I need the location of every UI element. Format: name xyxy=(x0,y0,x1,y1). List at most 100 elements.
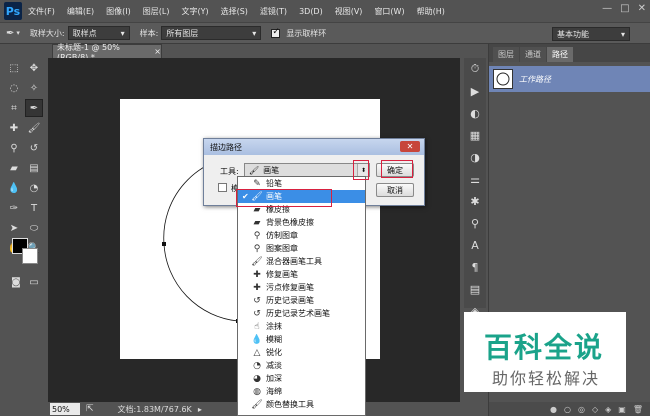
show-ring-checkbox[interactable] xyxy=(271,27,281,38)
brush-tool-icon[interactable]: 🖌 xyxy=(25,119,43,137)
zoom-level[interactable]: 50% xyxy=(50,403,80,415)
dropdown-item[interactable]: ⚲ 图案图章 xyxy=(238,242,365,255)
screen-mode-icon[interactable]: ▭ xyxy=(25,273,43,291)
ok-button[interactable]: 确定 xyxy=(376,163,414,177)
menu-view[interactable]: 视图(V) xyxy=(329,6,369,17)
fill-path-icon[interactable]: ● xyxy=(550,405,557,414)
stamp-tool-icon[interactable]: ⚲ xyxy=(5,139,23,157)
dropdown-item-label: 画笔 xyxy=(266,192,282,201)
dropdown-item[interactable]: ⚲ 仿制图章 xyxy=(238,229,365,242)
crop-tool-icon[interactable]: ⌗ xyxy=(5,99,23,117)
actions-icon[interactable]: ▶ xyxy=(464,80,486,102)
notes-icon[interactable]: ▤ xyxy=(464,278,486,300)
menu-layer[interactable]: 图层(L) xyxy=(137,6,176,17)
healing-tool-icon[interactable]: ✚ xyxy=(5,119,23,137)
dialog-titlebar[interactable]: 描边路径 ✕ xyxy=(204,139,424,155)
color-icon[interactable]: ◐ xyxy=(464,102,486,124)
dropdown-item[interactable]: ▰ 背景色橡皮擦 xyxy=(238,216,365,229)
dropdown-item[interactable]: ✚ 污点修复画笔 xyxy=(238,281,365,294)
close-icon[interactable]: ✕ xyxy=(638,3,646,14)
paragraph-icon[interactable]: ¶ xyxy=(464,256,486,278)
sample-size-label: 取样大小: xyxy=(29,28,65,38)
dropdown-item[interactable]: △ 锐化 xyxy=(238,346,365,359)
show-ring-label: 显示取样环 xyxy=(286,28,327,38)
adjustments-icon[interactable]: ◑ xyxy=(464,146,486,168)
menu-window[interactable]: 窗口(W) xyxy=(368,6,410,17)
history-icon[interactable]: ⏱ xyxy=(464,58,486,80)
history-brush-tool-icon[interactable]: ↺ xyxy=(25,139,43,157)
make-path-icon[interactable]: ◇ xyxy=(592,405,598,414)
document-tab-close-icon[interactable]: × xyxy=(154,47,161,56)
add-mask-icon[interactable]: ◈ xyxy=(605,405,611,414)
dropdown-item[interactable]: ☝ 涂抹 xyxy=(238,320,365,333)
dropdown-item[interactable]: ↺ 历史记录画笔 xyxy=(238,294,365,307)
move-tool-icon[interactable]: ✥ xyxy=(25,59,43,77)
dialog-close-icon[interactable]: ✕ xyxy=(400,141,420,152)
workspace-select[interactable]: 基本功能 ▾ xyxy=(552,27,630,41)
ellipse-tool-icon[interactable]: ⬭ xyxy=(25,219,43,237)
eyedropper-tool-icon[interactable]: ✒ xyxy=(25,99,43,117)
menu-help[interactable]: 帮助(H) xyxy=(411,6,451,17)
cancel-button[interactable]: 取消 xyxy=(376,183,414,197)
brush-presets-icon[interactable]: ✱ xyxy=(464,190,486,212)
menu-select[interactable]: 选择(S) xyxy=(215,6,254,17)
quick-select-tool-icon[interactable]: ✧ xyxy=(25,79,43,97)
dropdown-item[interactable]: ◔ 减淡 xyxy=(238,359,365,372)
path-select-tool-icon[interactable]: ➤ xyxy=(5,219,23,237)
dropdown-item[interactable]: 💧 模糊 xyxy=(238,333,365,346)
tool-select[interactable]: 🖌 画笔 ⬍ xyxy=(244,163,370,177)
swatches-icon[interactable]: ▦ xyxy=(464,124,486,146)
lasso-tool-icon[interactable]: ◌ xyxy=(5,79,23,97)
menu-3d[interactable]: 3D(D) xyxy=(293,7,329,16)
status-arrow-icon[interactable]: ▸ xyxy=(198,405,202,414)
eraser-tool-icon[interactable]: ▰ xyxy=(5,159,23,177)
gradient-tool-icon[interactable]: ▤ xyxy=(25,159,43,177)
dropdown-item-label: 涂抹 xyxy=(266,322,282,331)
eyedropper-icon[interactable]: ✒ xyxy=(6,28,14,39)
quick-mask-icon[interactable]: ◙ xyxy=(7,273,25,291)
dropdown-item[interactable]: ▰ 橡皮擦 xyxy=(238,203,365,216)
menu-image[interactable]: 图像(I) xyxy=(100,6,137,17)
brush-settings-icon[interactable]: ⚌ xyxy=(464,168,486,190)
tab-layers[interactable]: 图层 xyxy=(493,47,519,62)
tab-channels[interactable]: 通道 xyxy=(520,47,546,62)
pen-tool-icon[interactable]: ✑ xyxy=(5,199,23,217)
dropdown-item[interactable]: ✎ 铅笔 xyxy=(238,177,365,190)
dodge-tool-icon[interactable]: ◔ xyxy=(25,179,43,197)
simulate-pressure-checkbox[interactable] xyxy=(218,183,227,192)
menu-type[interactable]: 文字(Y) xyxy=(175,6,214,17)
clone-source-icon[interactable]: ⚲ xyxy=(464,212,486,234)
new-path-icon[interactable]: ▣ xyxy=(618,405,626,414)
tool-icon: ☝ xyxy=(254,321,260,332)
minimize-icon[interactable]: — xyxy=(602,3,612,14)
dropdown-item[interactable]: ✔ 🖌 画笔 xyxy=(238,190,365,203)
character-icon[interactable]: A xyxy=(464,234,486,256)
type-tool-icon[interactable]: T xyxy=(25,199,43,217)
blur-tool-icon[interactable]: 💧 xyxy=(5,179,23,197)
menu-edit[interactable]: 编辑(E) xyxy=(61,6,100,17)
dropdown-item[interactable]: ◕ 加深 xyxy=(238,372,365,385)
menu-file[interactable]: 文件(F) xyxy=(22,6,61,17)
marquee-tool-icon[interactable]: ⬚ xyxy=(5,59,23,77)
path-item[interactable]: 工作路径 xyxy=(489,66,650,92)
dropdown-item[interactable]: ↺ 历史记录艺术画笔 xyxy=(238,307,365,320)
menu-filter[interactable]: 滤镜(T) xyxy=(254,6,293,17)
dropdown-arrow-icon[interactable]: ⬍ xyxy=(357,164,369,176)
background-color-swatch[interactable] xyxy=(22,248,38,264)
dropdown-item[interactable]: 🖌 混合器画笔工具 xyxy=(238,255,365,268)
path-thumbnail xyxy=(493,69,513,89)
dropdown-item[interactable]: ✚ 修复画笔 xyxy=(238,268,365,281)
stroke-path-icon[interactable]: ○ xyxy=(564,405,571,414)
share-icon[interactable]: ⇱ xyxy=(86,404,94,414)
dropdown-item[interactable]: ◍ 海绵 xyxy=(238,385,365,398)
document-tab[interactable]: 未标题-1 @ 50%(RGB/8) * × xyxy=(52,43,162,62)
dropdown-item-label: 污点修复画笔 xyxy=(266,283,314,292)
dropdown-item[interactable]: 🖌 颜色替换工具 xyxy=(238,398,365,411)
sample-select[interactable]: 所有图层 ▾ xyxy=(161,26,262,40)
load-selection-icon[interactable]: ◎ xyxy=(578,405,585,414)
tab-paths[interactable]: 路径 xyxy=(547,47,573,62)
tool-preset-arrow-icon[interactable]: ▾ xyxy=(16,29,20,37)
sample-size-select[interactable]: 取样点 ▾ xyxy=(67,26,130,40)
restore-icon[interactable]: □ xyxy=(620,3,629,14)
delete-path-icon[interactable]: 🗑 xyxy=(633,405,643,414)
